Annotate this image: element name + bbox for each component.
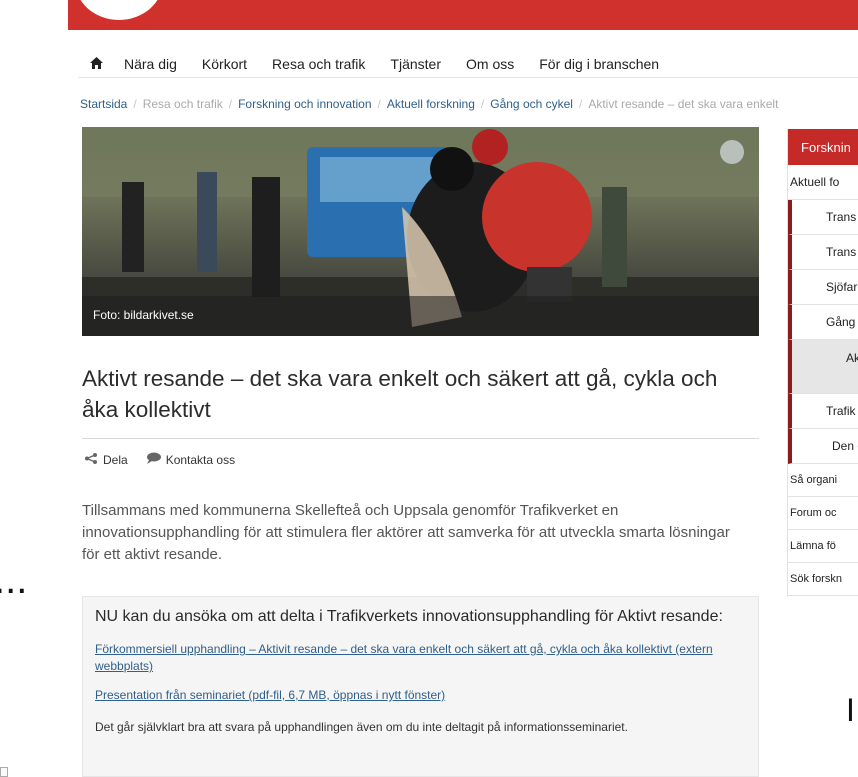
sidebar-item-sa-organiseras[interactable]: Så organi [788, 464, 858, 497]
breadcrumb-separator: / [133, 97, 137, 111]
callout-title: NU kan du ansöka om att delta i Trafikve… [95, 608, 723, 625]
seminar-presentation-link[interactable]: Presentation från seminariet (pdf-fil, 6… [95, 687, 746, 704]
breadcrumb-forskning-och-innovation[interactable]: Forskning och innovation [238, 97, 371, 111]
sidebar-item-trans-1[interactable]: Trans [788, 200, 858, 235]
callout-note: Det går självklart bra att svara på upph… [95, 720, 628, 734]
breadcrumb-resa-och-trafik[interactable]: Resa och trafik [143, 97, 223, 111]
sidebar-item-sok-forskning[interactable]: Sök forskn [788, 563, 858, 596]
share-icon [84, 452, 98, 467]
sidebar-item-trans-2[interactable]: Trans [788, 235, 858, 270]
nav-item-nara-dig[interactable]: Nära dig [124, 56, 177, 72]
edge-text-fragment-right: I [846, 692, 855, 728]
breadcrumb-current-page: Aktivt resande – det ska vara enkelt [588, 97, 779, 111]
sidebar-item-den[interactable]: Den d [788, 429, 858, 464]
breadcrumb-separator: / [578, 97, 583, 111]
home-icon[interactable] [78, 56, 124, 72]
sidebar-item-lamna[interactable]: Lämna fö [788, 530, 858, 563]
divider [82, 438, 759, 439]
hero-image: Foto: bildarkivet.se [82, 127, 759, 336]
info-callout-box: NU kan du ansöka om att delta i Trafikve… [82, 596, 759, 777]
article-intro: Tillsammans med kommunerna Skellefteå oc… [82, 502, 730, 563]
breadcrumb: Startsida / Resa och trafik / Forskning och … [80, 97, 858, 111]
page-title: Aktivt resande – det ska vara enkelt och… [82, 366, 718, 422]
article-actions: Dela Kontakta oss [84, 452, 253, 467]
sidebar-header[interactable]: Forsknin [788, 129, 858, 165]
nav-item-tjanster[interactable]: Tjänster [390, 56, 441, 72]
edge-text-fragment-left: ... [0, 558, 28, 602]
breadcrumb-separator: / [377, 97, 381, 111]
share-button[interactable]: Dela [84, 452, 128, 467]
sidebar-item-active[interactable]: Ak säk [788, 340, 858, 394]
breadcrumb-separator: / [228, 97, 233, 111]
breadcrumb-startsida[interactable]: Startsida [80, 97, 127, 111]
sidebar-item-sjofart[interactable]: Sjöfar [788, 270, 858, 305]
procurement-link[interactable]: Förkommersiell upphandling – Aktivit res… [95, 641, 746, 675]
nav-item-for-dig-i-branschen[interactable]: För dig i branschen [539, 56, 659, 72]
breadcrumb-aktuell-forskning[interactable]: Aktuell forskning [387, 97, 475, 111]
corner-fragment [0, 767, 8, 777]
breadcrumb-gang-och-cykel[interactable]: Gång och cykel [490, 97, 573, 111]
hero-photo-credit: Foto: bildarkivet.se [82, 296, 759, 336]
nav-item-resa-och-trafik[interactable]: Resa och trafik [272, 56, 365, 72]
speech-bubble-icon [146, 452, 161, 467]
main-navigation: Nära dig Körkort Resa och trafik Tjänste… [78, 50, 858, 78]
contact-label: Kontakta oss [165, 452, 236, 467]
nav-item-om-oss[interactable]: Om oss [466, 56, 514, 72]
sidebar-item-aktuell-forskning[interactable]: Aktuell fo [788, 165, 858, 200]
share-label: Dela [103, 452, 128, 467]
contact-button[interactable]: Kontakta oss [146, 452, 235, 467]
sidebar-item-trafik[interactable]: Trafik [788, 394, 858, 429]
breadcrumb-separator: / [480, 97, 485, 111]
top-brand-bar [68, 0, 858, 30]
sidebar-item-forum[interactable]: Forum oc [788, 497, 858, 530]
sidebar-item-gang[interactable]: Gång [788, 305, 858, 340]
nav-item-korkort[interactable]: Körkort [202, 56, 247, 72]
sidebar-menu: Forsknin Aktuell fo Trans Trans Sjöfar G… [787, 129, 858, 597]
